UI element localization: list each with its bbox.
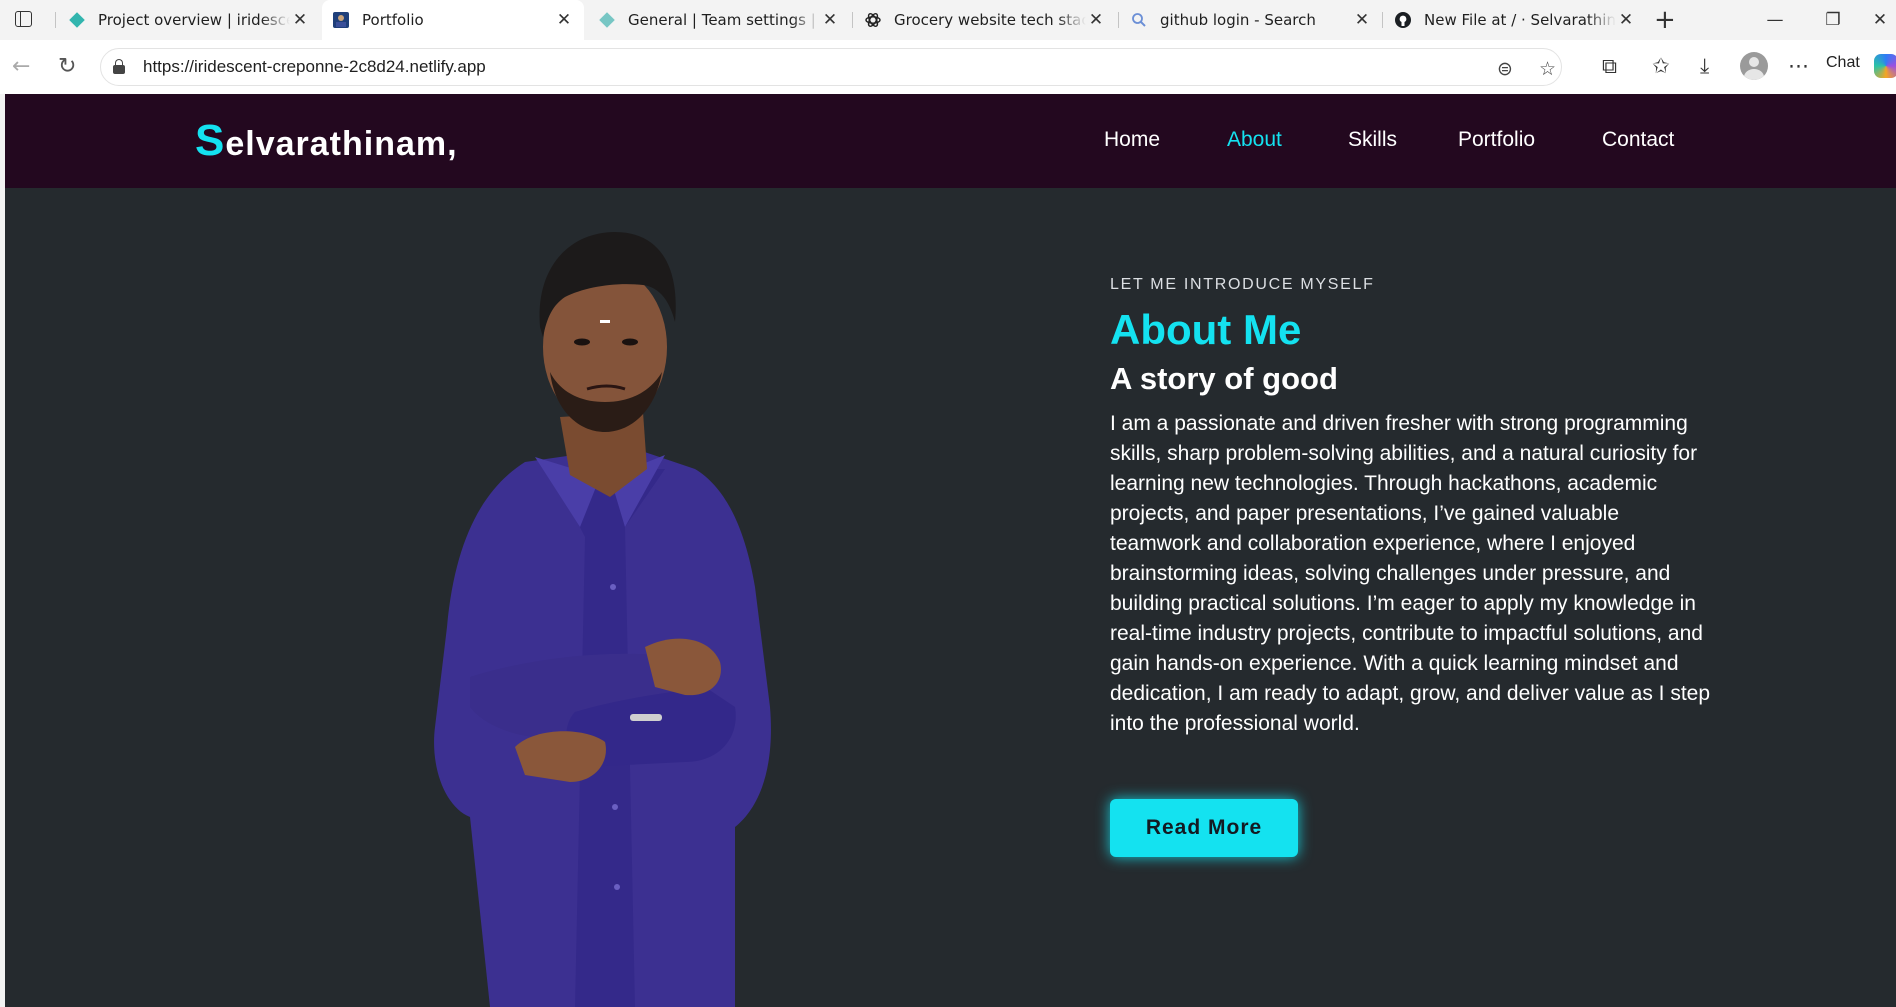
refresh-icon[interactable]: ↻ — [58, 54, 76, 80]
extensions-icon[interactable]: ⧉ — [1602, 53, 1617, 79]
lock-icon[interactable] — [113, 59, 125, 74]
url-text[interactable]: https://iridescent-creponne-2c8d24.netli… — [143, 57, 486, 77]
close-icon[interactable]: ✕ — [1616, 10, 1636, 30]
site-logo[interactable]: Selvarathinam, — [195, 116, 458, 166]
tab-title: Portfolio — [362, 11, 424, 29]
site-header: Selvarathinam, Home About Skills Portfol… — [5, 94, 1896, 188]
close-icon[interactable]: ✕ — [1352, 10, 1372, 30]
tab-title: Grocery website tech stack — [894, 11, 1086, 29]
nav-home[interactable]: Home — [1104, 128, 1160, 152]
intro-subtitle: LET ME INTRODUCE MYSELF — [1110, 276, 1375, 293]
profile-avatar[interactable] — [1740, 52, 1768, 80]
address-bar-row: ← ↻ https://iridescent-creponne-2c8d24.n… — [0, 40, 1896, 94]
tab-github-new-file[interactable]: New File at / · Selvarathinam ✕ — [1384, 0, 1646, 40]
nav-skills[interactable]: Skills — [1348, 128, 1397, 152]
more-menu-icon[interactable]: ⋯ — [1788, 53, 1809, 79]
about-paragraph: I am a passionate and driven fresher wit… — [1110, 412, 1711, 735]
tab-separator — [852, 12, 853, 28]
chatgpt-icon — [864, 11, 882, 29]
tab-bar: Project overview | iridescent- ✕ Portfol… — [0, 0, 1896, 40]
tab-project-overview[interactable]: Project overview | iridescent- ✕ — [58, 0, 320, 40]
favorites-icon[interactable]: ✩ — [1652, 53, 1670, 79]
about-heading: About Me — [1110, 306, 1302, 353]
tab-github-search[interactable]: github login - Search ✕ — [1120, 0, 1382, 40]
tab-actions-icon[interactable] — [12, 8, 36, 32]
tab-title: New File at / · Selvarathinam — [1424, 11, 1616, 29]
close-icon[interactable]: ✕ — [1086, 10, 1106, 30]
nav-about[interactable]: About — [1227, 128, 1282, 152]
netlify-diamond-icon — [598, 11, 616, 29]
about-subheading: A story of good — [1110, 361, 1338, 396]
portfolio-page: Selvarathinam, Home About Skills Portfol… — [5, 94, 1896, 1007]
close-icon[interactable]: ✕ — [290, 10, 310, 30]
portfolio-icon — [332, 11, 350, 29]
search-icon — [1130, 11, 1148, 29]
nav-portfolio[interactable]: Portfolio — [1458, 128, 1535, 152]
tab-portfolio[interactable]: Portfolio ✕ — [322, 0, 584, 40]
favorite-star-icon[interactable]: ☆ — [1539, 58, 1556, 80]
tab-title: github login - Search — [1160, 11, 1316, 29]
minimize-icon[interactable]: — — [1755, 5, 1795, 35]
restore-icon[interactable]: ❐ — [1813, 5, 1853, 35]
logo-name: elvarathinam, — [225, 125, 458, 163]
tab-title: General | Team settings | selv — [628, 11, 820, 29]
read-more-button[interactable]: Read More — [1110, 799, 1298, 857]
netlify-diamond-icon — [68, 11, 86, 29]
downloads-icon[interactable]: ⤓ — [1700, 53, 1709, 79]
logo-initial: S — [195, 116, 226, 165]
tab-separator — [55, 12, 56, 28]
tab-grocery[interactable]: Grocery website tech stack ✕ — [854, 0, 1116, 40]
chat-button[interactable]: Chat — [1826, 54, 1860, 72]
copilot-icon[interactable] — [1874, 54, 1896, 78]
tab-title: Project overview | iridescent- — [98, 11, 290, 29]
address-bar[interactable]: https://iridescent-creponne-2c8d24.netli… — [100, 48, 1562, 86]
profile-photo — [434, 232, 771, 1007]
tab-separator — [1118, 12, 1119, 28]
back-icon[interactable]: ← — [12, 54, 30, 80]
tab-separator — [1382, 12, 1383, 28]
github-icon — [1394, 11, 1412, 29]
close-window-icon[interactable]: ✕ — [1860, 5, 1896, 35]
close-icon[interactable]: ✕ — [820, 10, 840, 30]
tab-team-settings[interactable]: General | Team settings | selv ✕ — [588, 0, 850, 40]
nav-contact[interactable]: Contact — [1602, 128, 1674, 152]
reader-mode-icon[interactable]: ⊜ — [1497, 58, 1513, 80]
new-tab-button[interactable]: + — [1654, 5, 1676, 35]
close-icon[interactable]: ✕ — [554, 10, 574, 30]
